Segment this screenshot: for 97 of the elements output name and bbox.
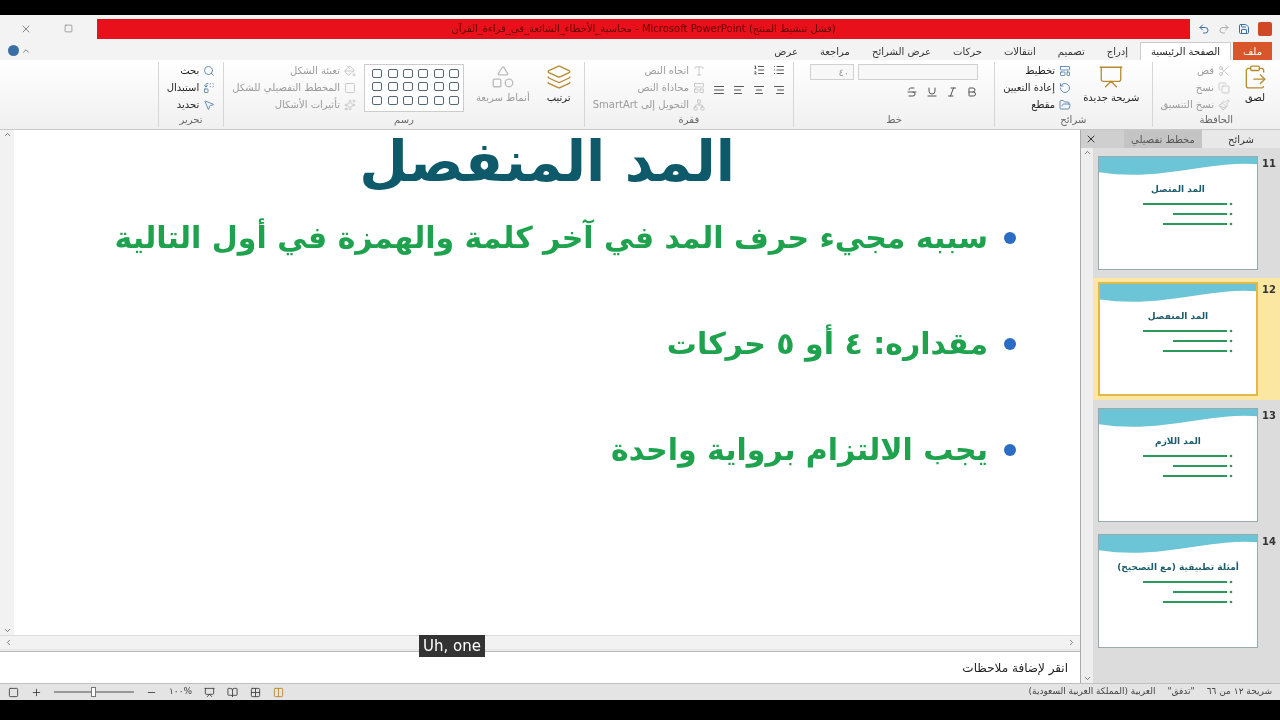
ribbon-tab[interactable]: الصفحة الرئيسية bbox=[1139, 42, 1231, 60]
minimize-ribbon-icon[interactable] bbox=[21, 46, 31, 56]
save-icon[interactable] bbox=[1238, 22, 1250, 35]
ribbon-button-icon bbox=[1059, 82, 1072, 94]
slide-thumbnail[interactable]: أمثلة تطبيقية (مع التصحيح) bbox=[1098, 534, 1258, 648]
window-title: محاسبة_الأخطاء_الشائعة_في_قراءة_القرآن - Microsoft PowerPoint (فشل تنشيط المنتج) bbox=[451, 21, 836, 36]
ribbon-button-icon bbox=[1218, 65, 1230, 77]
ribbon-tab[interactable]: حركات bbox=[943, 42, 992, 60]
pane-tab[interactable]: مخطط تفصيلي bbox=[1124, 130, 1202, 148]
bullet-text: مقداره: ٤ أو ٥ حركات bbox=[666, 324, 988, 364]
ribbon-button-icon bbox=[1059, 65, 1072, 77]
slide-number: 11 bbox=[1262, 157, 1276, 171]
ribbon-button[interactable]: استبدال bbox=[166, 81, 216, 95]
scroll-down-icon[interactable] bbox=[2, 626, 12, 635]
thumbnail-title: المد المنفصل bbox=[1147, 310, 1209, 323]
ribbon-group-label: فقرة bbox=[677, 113, 701, 127]
ribbon-tab[interactable]: عرض الشرائح bbox=[861, 42, 941, 60]
slide-title: المد المنفصل bbox=[359, 130, 735, 194]
ribbon-button[interactable]: إعادة التعيين bbox=[1003, 81, 1072, 95]
thumbnail-title: المد المتصل bbox=[1151, 183, 1205, 196]
ribbon-button-icon bbox=[693, 99, 706, 111]
format-icon[interactable] bbox=[906, 86, 919, 98]
language-status: العربية (المملكة العربية السعودية) bbox=[1028, 685, 1156, 699]
align-icon[interactable] bbox=[773, 84, 786, 96]
ribbon-group-label: تحرير bbox=[178, 113, 204, 127]
slide-thumbnail[interactable]: المد المنفصل bbox=[1098, 282, 1258, 396]
theme-name: "تدفق" bbox=[1167, 685, 1195, 699]
thumbnail-title: أمثلة تطبيقية (مع التصحيح) bbox=[1117, 561, 1239, 575]
ribbon-tab[interactable]: عرض bbox=[764, 42, 808, 60]
scroll-down-icon[interactable] bbox=[1082, 674, 1092, 683]
ribbon-button[interactable]: تخطيط bbox=[1025, 64, 1072, 78]
slide-number: 13 bbox=[1262, 409, 1276, 423]
ribbon-button-icon bbox=[1059, 99, 1072, 111]
slideshow-icon[interactable] bbox=[204, 686, 216, 698]
reading-view-icon[interactable] bbox=[227, 686, 239, 698]
ribbon-button-icon bbox=[693, 82, 706, 94]
close-icon[interactable] bbox=[1085, 133, 1097, 145]
ribbon-button-icon bbox=[1218, 82, 1230, 94]
slide-thumbnail[interactable]: المد اللازم bbox=[1098, 408, 1258, 522]
ribbon-button[interactable]: بحث bbox=[180, 64, 216, 78]
format-icon[interactable] bbox=[946, 86, 959, 98]
scrollbar[interactable] bbox=[0, 130, 14, 635]
list-icon[interactable] bbox=[753, 64, 766, 76]
format-icon[interactable] bbox=[926, 86, 939, 98]
align-icon[interactable] bbox=[713, 84, 726, 96]
shapes-gallery[interactable] bbox=[364, 64, 464, 112]
ribbon-button-icon bbox=[203, 99, 216, 111]
scroll-right-icon[interactable] bbox=[1067, 638, 1076, 647]
slide-count: شريحة ١٢ من ٦٦ bbox=[1206, 685, 1272, 699]
ribbon-large-button[interactable]: لصق bbox=[1238, 64, 1272, 105]
ribbon-tab[interactable]: انتقالات bbox=[993, 42, 1046, 60]
format-icon[interactable] bbox=[966, 86, 979, 98]
undo-icon[interactable] bbox=[1198, 22, 1210, 35]
slide-number: 14 bbox=[1262, 535, 1276, 549]
app-logo-icon bbox=[1258, 21, 1272, 36]
ribbon-tab[interactable]: إدراج bbox=[1096, 42, 1138, 60]
ribbon-tab[interactable]: تصميم bbox=[1047, 42, 1095, 60]
ribbon-button-icon bbox=[344, 99, 356, 111]
ribbon-button[interactable]: مقطع bbox=[1031, 98, 1072, 112]
zoom-thumb[interactable] bbox=[91, 687, 96, 697]
pane-tab[interactable]: شرائح bbox=[1202, 130, 1280, 148]
align-icon[interactable] bbox=[733, 84, 746, 96]
ribbon-large-button[interactable]: شريحة جديدة bbox=[1079, 64, 1144, 105]
ribbon-tab[interactable]: مراجعة bbox=[809, 42, 860, 60]
scrollbar[interactable] bbox=[1081, 148, 1093, 683]
scroll-up-icon[interactable] bbox=[2, 130, 12, 139]
slide-number: 12 bbox=[1262, 283, 1276, 297]
notes-placeholder: انقر لإضافة ملاحظات bbox=[962, 659, 1068, 677]
align-icon[interactable] bbox=[753, 84, 766, 96]
font-name-field[interactable] bbox=[858, 64, 979, 80]
ribbon-group-label: الحافظة bbox=[1198, 113, 1235, 127]
ribbon-button-icon bbox=[203, 82, 216, 94]
ribbon-large-button[interactable]: ترتيب bbox=[541, 64, 576, 105]
scroll-left-icon[interactable] bbox=[4, 638, 13, 647]
zoom-percent: %١٠٠ bbox=[169, 685, 193, 699]
file-tab[interactable]: ملف bbox=[1232, 42, 1272, 60]
video-caption: Uh, one bbox=[419, 634, 485, 657]
bullet-text: سببه مجيء حرف المد في آخر كلمة والهمزة في أول التالية bbox=[114, 218, 988, 258]
ribbon-button-icon bbox=[344, 82, 356, 94]
slide-thumbnail[interactable]: المد المتصل bbox=[1098, 156, 1258, 270]
ribbon-button-icon bbox=[1218, 99, 1230, 111]
fit-window-icon[interactable] bbox=[8, 686, 19, 698]
ribbon-button-icon bbox=[693, 65, 706, 77]
ribbon-group-label: شرائح bbox=[1059, 113, 1088, 127]
ribbon-button-icon bbox=[203, 65, 216, 77]
zoom-in-icon[interactable] bbox=[31, 686, 42, 698]
thumbnail-title: المد اللازم bbox=[1155, 435, 1201, 449]
ribbon-button-icon bbox=[344, 65, 356, 77]
ribbon-button-icon bbox=[545, 64, 572, 90]
bullet-text: يجب الالتزام برواية واحدة bbox=[611, 431, 988, 470]
scroll-up-icon[interactable] bbox=[1082, 148, 1092, 157]
ribbon-group-label: رسم bbox=[393, 113, 415, 127]
ribbon-button[interactable]: تحديد bbox=[176, 98, 216, 112]
ribbon-button-icon bbox=[1098, 64, 1125, 90]
sorter-view-icon[interactable] bbox=[250, 686, 262, 698]
ribbon-group-label: خط bbox=[885, 113, 903, 127]
list-icon[interactable] bbox=[773, 64, 786, 76]
